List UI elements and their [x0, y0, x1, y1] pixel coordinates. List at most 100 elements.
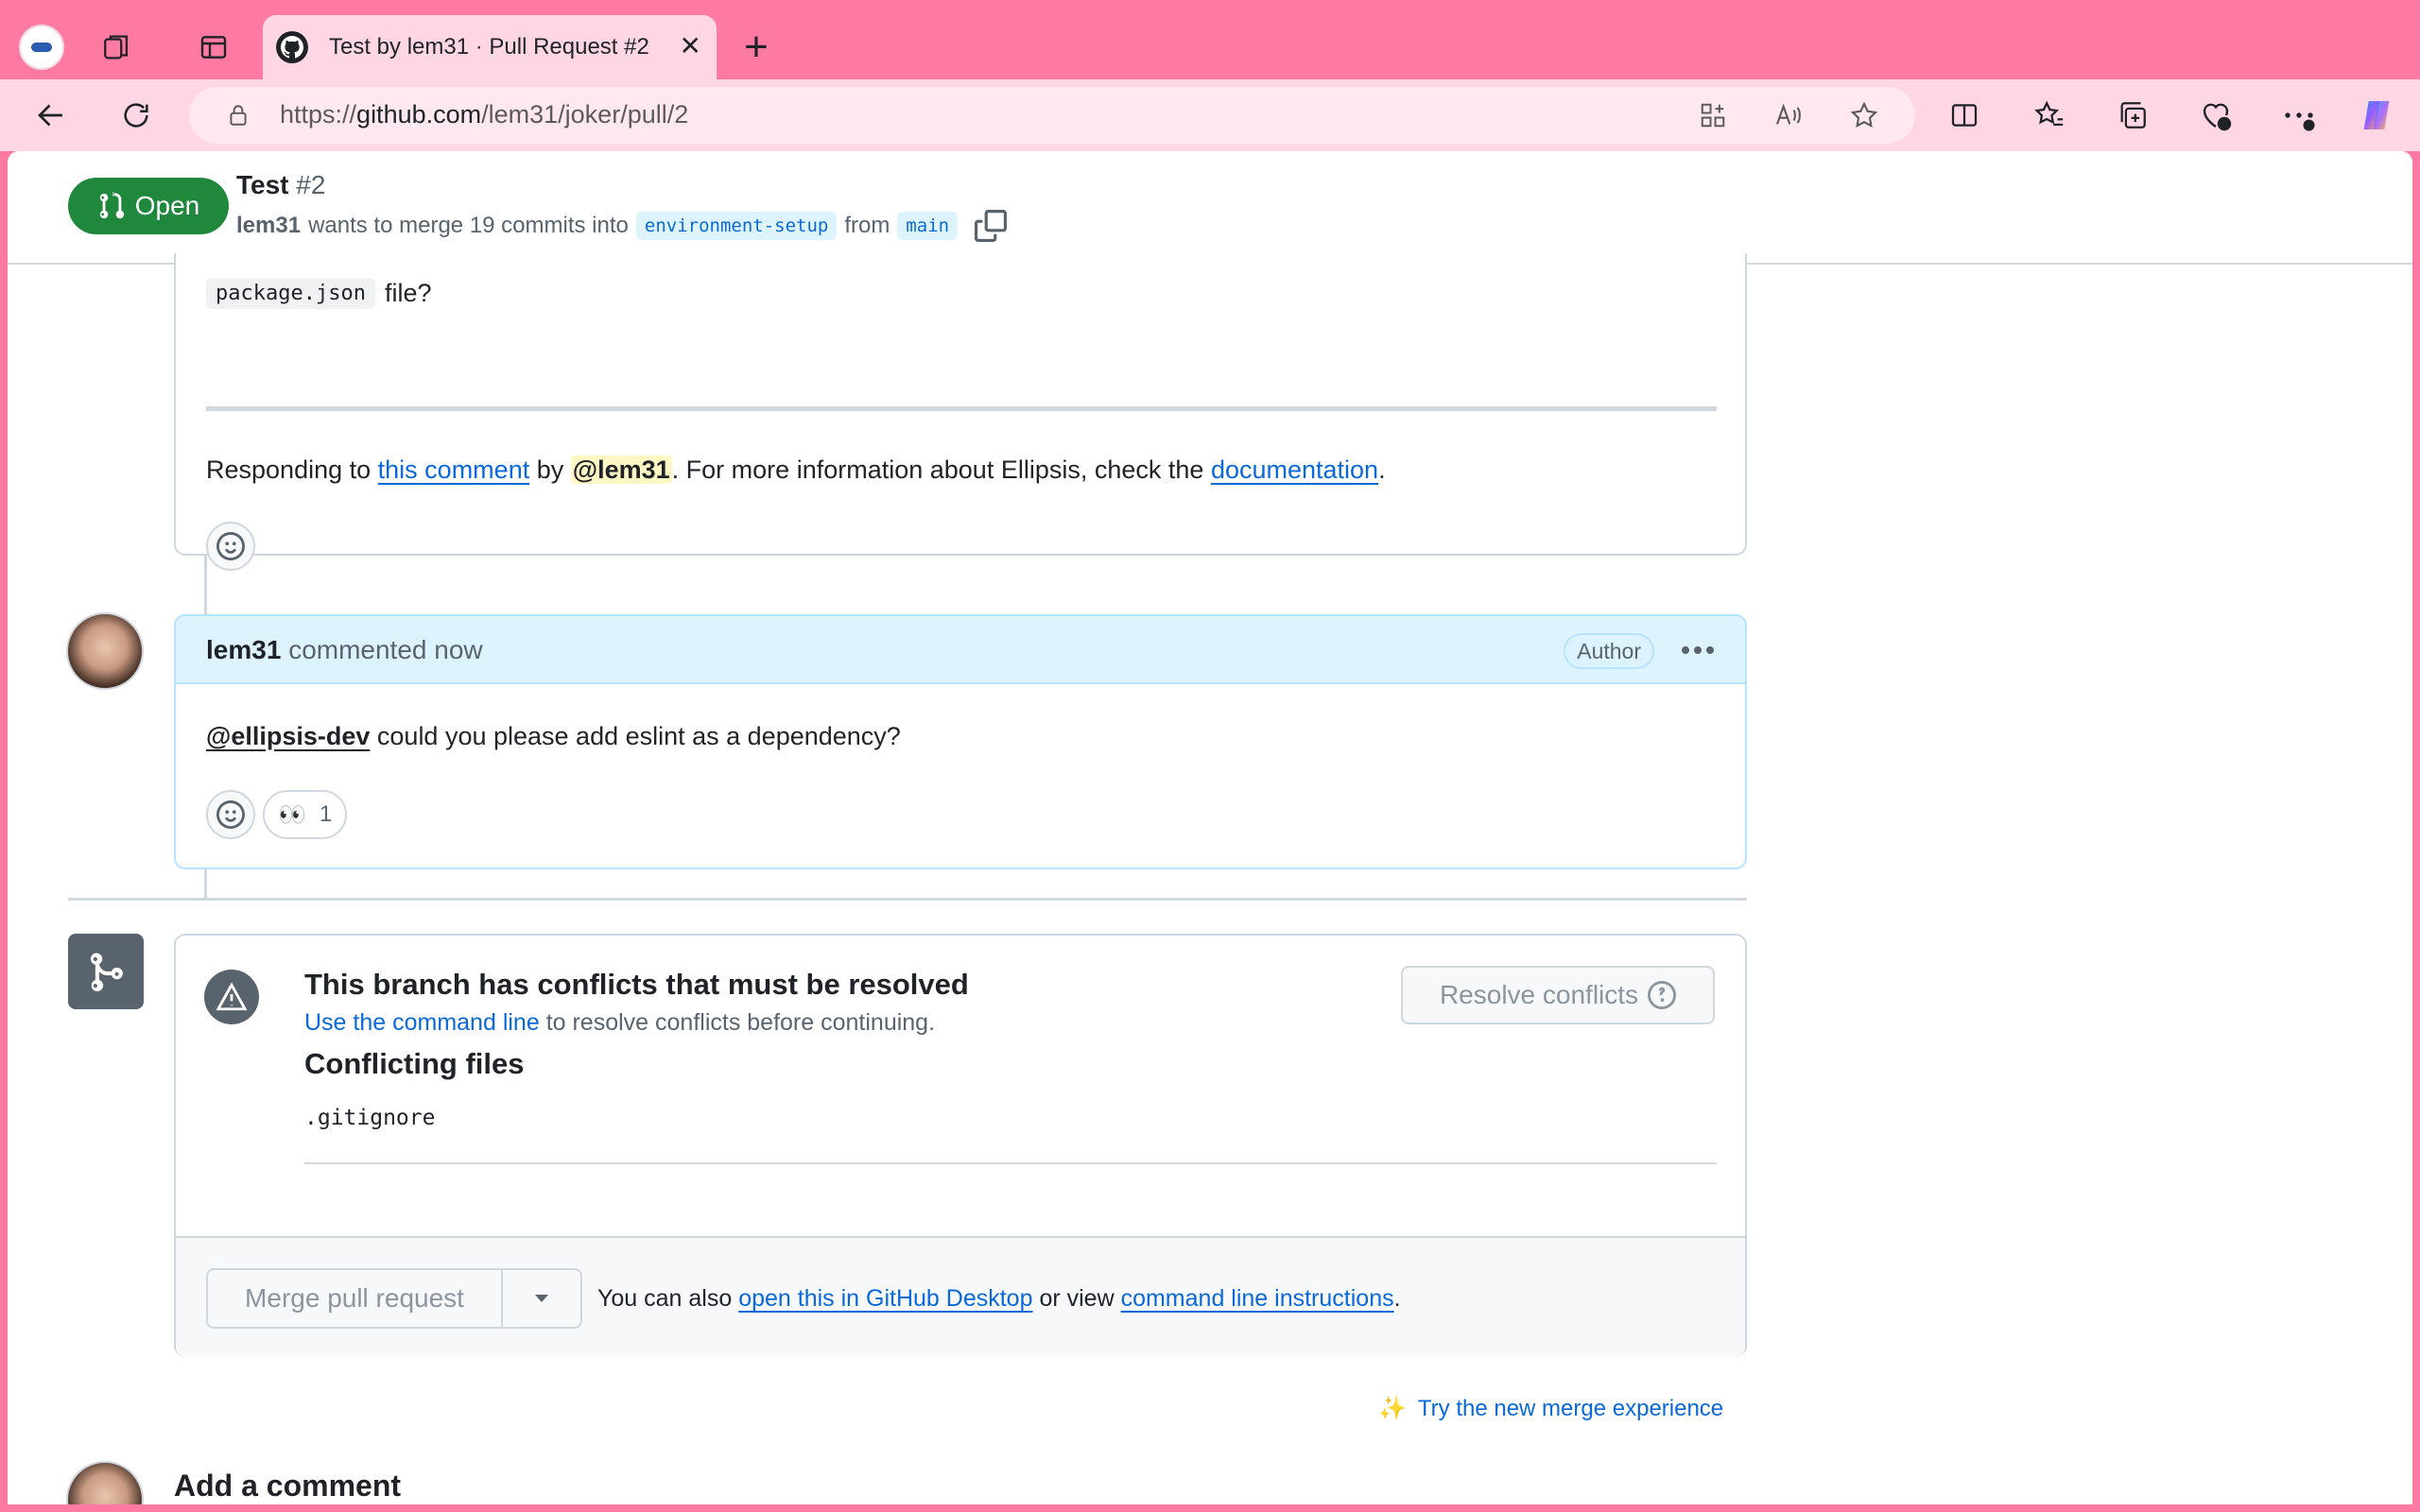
address-bar[interactable]: https://github.com/lem31/joker/pull/2 — [189, 87, 1915, 144]
page-content: Open Test #2 lem31 wants to merge 19 com… — [8, 151, 2412, 1504]
timeline-break — [68, 898, 1747, 901]
responding-text: Responding to this comment by @lem31. Fo… — [206, 455, 1386, 485]
close-tab-icon[interactable]: ✕ — [680, 32, 701, 60]
command-line-link[interactable]: Use the command line — [304, 1009, 540, 1036]
period: . — [1378, 455, 1386, 484]
documentation-link[interactable]: documentation — [1211, 455, 1378, 484]
resolve-conflicts-label: Resolve conflicts — [1439, 980, 1639, 1009]
conflicting-file: .gitignore — [304, 1106, 436, 1130]
pr-state-label: Open — [134, 191, 200, 220]
tab-actions-icon[interactable] — [189, 25, 238, 70]
copilot-icon[interactable] — [2354, 93, 2399, 138]
question-suffix: file? — [384, 279, 432, 307]
also-text: You can also — [597, 1285, 733, 1312]
eyes-reaction[interactable]: 👀 1 — [263, 790, 348, 839]
question-icon — [1648, 981, 1677, 1009]
pr-summary: lem31 wants to merge 19 commits into env… — [236, 210, 1008, 242]
favorite-star-icon[interactable] — [1841, 93, 1887, 138]
add-reaction-button[interactable] — [206, 522, 255, 571]
divider — [206, 406, 1717, 411]
github-desktop-link[interactable]: open this in GitHub Desktop — [738, 1285, 1032, 1312]
lock-icon[interactable] — [216, 93, 261, 138]
comment-author[interactable]: lem31 — [206, 635, 281, 664]
reaction-count: 1 — [319, 801, 333, 827]
comment-timestamp[interactable]: commented now — [288, 635, 482, 664]
copy-icon[interactable] — [975, 210, 1008, 242]
head-branch[interactable]: main — [897, 212, 959, 240]
pr-author[interactable]: lem31 — [236, 213, 301, 239]
refresh-icon[interactable] — [113, 93, 159, 138]
this-comment-link[interactable]: this comment — [378, 455, 530, 484]
merge-alt-text: You can also open this in GitHub Desktop… — [597, 1285, 1401, 1313]
pull-request-icon — [99, 192, 124, 219]
pr-from-text: from — [844, 213, 890, 238]
pr-state-badge: Open — [68, 178, 229, 234]
avatar[interactable] — [66, 612, 144, 690]
period: . — [1393, 1285, 1401, 1312]
kebab-menu-icon[interactable] — [1677, 633, 1719, 667]
tab-title: Test by lem31 · Pull Request #2 — [329, 34, 649, 60]
url-host: github.com — [356, 100, 482, 129]
read-aloud-icon[interactable] — [1766, 93, 1811, 138]
timeline-line — [204, 869, 207, 898]
conflict-subtext: Use the command line to resolve conflict… — [304, 1009, 935, 1037]
workspaces-icon[interactable] — [93, 25, 142, 70]
merge-branch-icon — [68, 934, 144, 1009]
new-tab-icon[interactable]: + — [734, 24, 779, 70]
bot-comment: package.json file? Responding to this co… — [174, 253, 1747, 571]
base-branch[interactable]: environment-setup — [635, 212, 838, 240]
resolve-conflicts-button[interactable]: Resolve conflicts — [1401, 966, 1715, 1024]
alert-icon — [204, 970, 259, 1024]
smiley-icon — [216, 800, 245, 829]
merge-footer: Merge pull request You can also open thi… — [176, 1236, 1745, 1357]
conflicting-files-title: Conflicting files — [304, 1047, 525, 1080]
inline-code: package.json — [206, 278, 375, 309]
pr-merge-text: wants to merge 19 commits into — [308, 213, 629, 238]
try-merge-experience[interactable]: ✨ Try the new merge experience — [1378, 1395, 1723, 1422]
split-screen-icon[interactable] — [1942, 93, 1987, 138]
url-path: /lem31/joker/pull/2 — [481, 100, 689, 129]
cli-instructions-link[interactable]: command line instructions — [1121, 1285, 1394, 1312]
try-merge-link[interactable]: Try the new merge experience — [1418, 1396, 1723, 1422]
divider — [304, 1162, 1717, 1164]
collections-icon[interactable] — [2110, 93, 2155, 138]
app-available-icon[interactable] — [1690, 93, 1736, 138]
favorites-icon[interactable] — [2027, 93, 2072, 138]
browser-essentials-icon[interactable] — [2193, 93, 2238, 138]
tab-bar: Test by lem31 · Pull Request #2 ✕ + — [0, 0, 2420, 79]
pr-number: #2 — [296, 170, 326, 199]
author-comment: lem31 commented now Author @ellipsis-dev… — [174, 614, 1747, 869]
sparkle-icon: ✨ — [1378, 1396, 1407, 1421]
pr-title: Test #2 — [236, 170, 325, 200]
back-icon[interactable] — [28, 93, 74, 138]
author-badge: Author — [1564, 633, 1654, 669]
url-prefix: https:// — [280, 100, 357, 129]
active-tab[interactable]: Test by lem31 · Pull Request #2 ✕ — [263, 15, 717, 79]
pr-title-text: Test — [236, 170, 289, 199]
more-options-icon[interactable] — [2276, 93, 2322, 138]
comment-text: could you please add eslint as a depende… — [376, 722, 901, 750]
merge-button-group: Merge pull request — [206, 1268, 582, 1329]
conflict-subtext-rest: to resolve conflicts before continuing. — [545, 1009, 936, 1036]
bot-comment-question: package.json file? — [206, 278, 431, 309]
avatar[interactable] — [66, 1461, 144, 1504]
add-reaction-button[interactable] — [206, 790, 255, 839]
conflict-heading: This branch has conflicts that must be r… — [304, 968, 969, 1001]
pr-sticky-header: Open Test #2 lem31 wants to merge 19 com… — [8, 151, 2412, 265]
github-icon — [276, 31, 308, 63]
merge-options-dropdown[interactable] — [503, 1270, 580, 1327]
bot-mention[interactable]: @ellipsis-dev — [206, 722, 370, 750]
profile-icon[interactable] — [19, 25, 64, 70]
user-mention[interactable]: @lem31 — [570, 455, 672, 484]
info-text: . For more information about Ellipsis, c… — [671, 455, 1204, 484]
merge-pull-request-button[interactable]: Merge pull request — [208, 1270, 503, 1327]
eyes-emoji: 👀 — [278, 801, 306, 828]
chevron-down-icon — [535, 1295, 548, 1302]
smiley-icon — [216, 532, 245, 560]
or-view-text: or view — [1039, 1285, 1115, 1312]
comment-meta: lem31 commented now — [206, 635, 483, 665]
url-text: https://github.com/lem31/joker/pull/2 — [280, 100, 688, 129]
by-text: by — [536, 455, 564, 484]
comment-body: @ellipsis-dev could you please add eslin… — [206, 722, 901, 751]
comment-header: lem31 commented now Author — [176, 616, 1745, 684]
